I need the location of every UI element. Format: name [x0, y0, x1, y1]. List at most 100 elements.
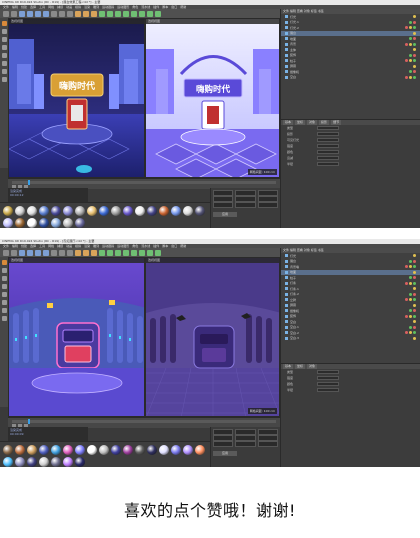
move-icon[interactable] — [27, 249, 33, 256]
material-tag-icon[interactable] — [409, 37, 412, 41]
material-tag-icon[interactable] — [409, 309, 412, 313]
material-swatch[interactable] — [147, 206, 157, 216]
material-tag-icon[interactable] — [413, 37, 416, 41]
material-swatch[interactable] — [147, 445, 157, 455]
axis-x-icon[interactable] — [51, 249, 57, 256]
material-tag-icon[interactable] — [413, 48, 416, 52]
material-swatch[interactable] — [183, 206, 193, 216]
axis-y-icon[interactable] — [59, 10, 65, 17]
light-icon[interactable] — [155, 10, 161, 17]
deformer-icon[interactable] — [131, 249, 137, 256]
material-tag-icon[interactable] — [413, 70, 416, 74]
material-tag-icon[interactable] — [409, 292, 412, 296]
attribute-field[interactable] — [317, 376, 339, 380]
camera-icon[interactable] — [147, 249, 153, 256]
material-swatch[interactable] — [195, 445, 205, 455]
polygons-mode-icon[interactable] — [1, 292, 7, 297]
material-swatch[interactable] — [75, 206, 85, 216]
render-settings-icon[interactable] — [91, 249, 97, 256]
material-swatch[interactable] — [3, 445, 13, 455]
attribute-field[interactable] — [317, 162, 339, 166]
snap-icon[interactable] — [1, 300, 7, 305]
rotate-icon[interactable] — [43, 10, 49, 17]
points-mode-icon[interactable] — [1, 37, 7, 42]
cloner-icon[interactable] — [123, 249, 129, 256]
attribute-field[interactable] — [317, 156, 339, 160]
model-mode-icon[interactable] — [1, 260, 7, 265]
material-swatch[interactable] — [51, 218, 61, 228]
material-tag-icon[interactable] — [413, 64, 416, 68]
material-swatch[interactable] — [39, 445, 49, 455]
select-icon[interactable] — [19, 10, 25, 17]
material-tag-icon[interactable] — [409, 314, 412, 318]
cube-icon[interactable] — [99, 10, 105, 17]
material-tag-icon[interactable] — [405, 75, 408, 79]
material-swatch[interactable] — [63, 457, 73, 467]
viewport-right[interactable]: 嗨购时代 透视视图 网格间距: 100 cm — [145, 18, 280, 178]
material-swatch[interactable] — [3, 218, 13, 228]
model-mode-icon[interactable] — [1, 21, 7, 26]
attribute-field[interactable] — [317, 370, 339, 374]
material-tag-icon[interactable] — [413, 309, 416, 313]
material-swatch[interactable] — [123, 206, 133, 216]
viewport-left[interactable]: 透视视图 — [8, 257, 145, 417]
material-swatch[interactable] — [3, 206, 13, 216]
subdivision-icon[interactable] — [115, 249, 121, 256]
render-picture-viewer-icon[interactable] — [83, 249, 89, 256]
material-tag-icon[interactable] — [409, 325, 412, 329]
material-swatch[interactable] — [63, 218, 73, 228]
material-tag-icon[interactable] — [413, 281, 416, 285]
rotation-b-field[interactable] — [257, 441, 278, 447]
timeline-playhead[interactable] — [28, 419, 30, 424]
points-mode-icon[interactable] — [1, 276, 7, 281]
attribute-field[interactable] — [317, 138, 339, 142]
timeline-scale[interactable] — [12, 181, 276, 184]
material-tag-icon[interactable] — [409, 75, 412, 79]
render-picture-viewer-icon[interactable] — [83, 10, 89, 17]
material-swatch[interactable] — [51, 445, 61, 455]
attribute-field[interactable] — [317, 388, 339, 392]
viewport-left[interactable]: 嗨购时代 透视视图 — [8, 18, 145, 178]
apply-button[interactable]: 应用 — [213, 212, 237, 217]
render-view-icon[interactable] — [75, 10, 81, 17]
material-swatch[interactable] — [75, 218, 85, 228]
material-tag-icon[interactable] — [413, 292, 416, 296]
attribute-field[interactable] — [317, 132, 339, 136]
material-tag-icon[interactable] — [413, 53, 416, 57]
material-swatch[interactable] — [99, 445, 109, 455]
texture-mode-icon[interactable] — [1, 29, 7, 34]
material-tag-icon[interactable] — [413, 26, 416, 30]
material-swatch[interactable] — [15, 445, 25, 455]
object-row[interactable]: 空白.3 — [281, 336, 420, 342]
undo-icon[interactable] — [3, 249, 9, 256]
material-swatch[interactable] — [3, 457, 13, 467]
apply-button[interactable]: 应用 — [213, 451, 237, 456]
material-swatch[interactable] — [87, 445, 97, 455]
material-tag-icon[interactable] — [409, 59, 412, 63]
material-tag-icon[interactable] — [405, 42, 408, 46]
deformer-icon[interactable] — [131, 10, 137, 17]
material-tag-icon[interactable] — [413, 75, 416, 79]
material-tag-icon[interactable] — [413, 254, 416, 258]
material-tag-icon[interactable] — [409, 265, 412, 269]
material-tag-icon[interactable] — [413, 287, 416, 291]
material-tag-icon[interactable] — [413, 20, 416, 24]
attribute-tab[interactable]: 投影 — [319, 120, 330, 125]
lock-icon[interactable] — [1, 316, 7, 321]
material-swatch[interactable] — [39, 218, 49, 228]
material-tag-icon[interactable] — [413, 303, 416, 307]
material-tag-icon[interactable] — [413, 42, 416, 46]
axis-z-icon[interactable] — [67, 10, 73, 17]
light-icon[interactable] — [155, 249, 161, 256]
axis-y-icon[interactable] — [59, 249, 65, 256]
attribute-field[interactable] — [317, 126, 339, 130]
attribute-tab[interactable]: 对象 — [307, 364, 318, 369]
cloner-icon[interactable] — [123, 10, 129, 17]
polygons-mode-icon[interactable] — [1, 53, 7, 58]
material-swatch[interactable] — [15, 457, 25, 467]
material-swatch[interactable] — [123, 445, 133, 455]
scale-icon[interactable] — [35, 10, 41, 17]
material-tag-icon[interactable] — [405, 281, 408, 285]
attribute-field[interactable] — [317, 382, 339, 386]
viewport-right[interactable]: 透视视图 网格间距: 100 cm — [145, 257, 280, 417]
